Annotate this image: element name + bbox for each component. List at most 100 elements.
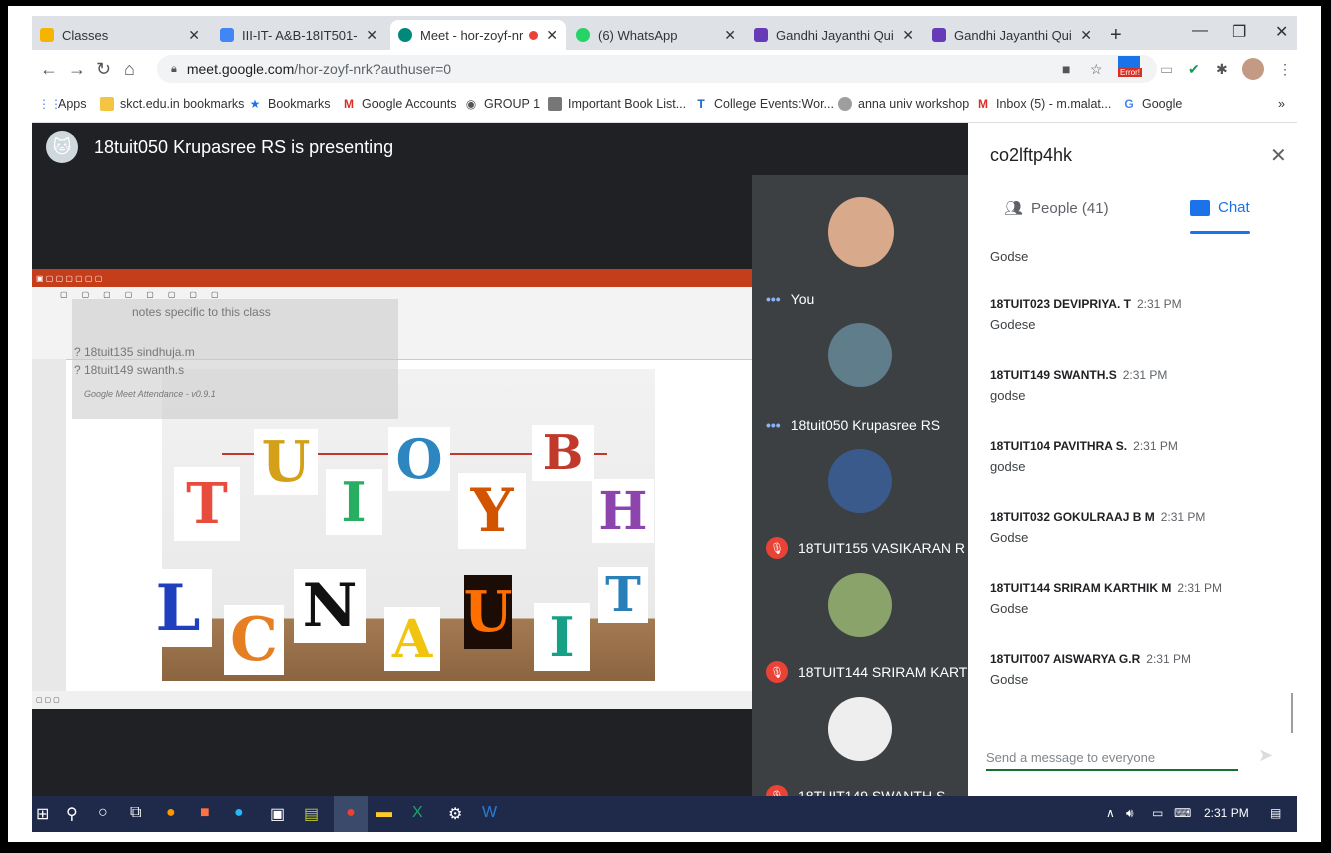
participant-tile[interactable]: 🎙︎ 18TUIT155 VASIKARAN R bbox=[752, 445, 968, 569]
close-tab-icon[interactable]: ✕ bbox=[546, 27, 558, 44]
excel-icon[interactable]: X bbox=[412, 804, 423, 822]
keyboard-icon[interactable]: ⌨ bbox=[1174, 806, 1191, 820]
more-options-icon[interactable]: ••• bbox=[766, 417, 781, 433]
bookmark-college-events[interactable]: T College Events:Wor... bbox=[694, 97, 834, 111]
slide-letter: L bbox=[144, 569, 212, 647]
taskbar-clock[interactable]: 2:31 PM bbox=[1204, 806, 1249, 820]
forward-icon[interactable]: → bbox=[68, 59, 86, 80]
volume-icon[interactable]: 🔊︎ bbox=[1126, 806, 1134, 821]
windows-start-icon[interactable]: ⊞ bbox=[36, 804, 49, 824]
presenter-avatar: 🐱︎ bbox=[46, 131, 78, 163]
bookmark-group1[interactable]: ◉ GROUP 1 bbox=[464, 97, 540, 111]
mic-off-icon: 🎙︎ bbox=[766, 661, 788, 683]
chat-scrollbar[interactable] bbox=[1291, 693, 1293, 733]
tab-meet[interactable]: Meet - hor-zoyf-nrk ✕ bbox=[390, 20, 566, 50]
media-icon[interactable]: ■ bbox=[200, 804, 210, 822]
cortana-icon[interactable]: ○ bbox=[98, 804, 108, 822]
avatar[interactable] bbox=[1242, 58, 1264, 80]
close-tab-icon[interactable]: ✕ bbox=[188, 27, 200, 44]
task-view-icon[interactable]: ⧉ bbox=[130, 804, 141, 822]
slide-letter: O bbox=[388, 427, 450, 491]
chat-message: 18TUIT149 SWANTH.S 2:31 PM godse bbox=[990, 368, 1168, 403]
send-icon[interactable]: ➤ bbox=[1258, 745, 1273, 766]
bookmark-google[interactable]: G Google bbox=[1122, 97, 1182, 111]
settings-icon[interactable]: ⚙ bbox=[448, 804, 462, 824]
edge-icon[interactable]: ● bbox=[234, 804, 244, 822]
screenshot-frame: Classes ✕ III-IT- A&B-18IT501-Od ✕ Meet … bbox=[8, 6, 1321, 842]
reload-icon[interactable]: ↻ bbox=[96, 59, 111, 80]
chrome-icon[interactable]: ● bbox=[334, 796, 368, 832]
apps-grid-icon: ⋮⋮ bbox=[38, 97, 62, 111]
restore-icon[interactable]: ❐ bbox=[1232, 22, 1246, 42]
participant-avatar bbox=[828, 449, 892, 513]
attendance-extension-icon[interactable]: Error! bbox=[1118, 56, 1142, 77]
puzzle-icon[interactable]: ✱ bbox=[1216, 61, 1228, 78]
participant-tile[interactable]: ••• You bbox=[752, 193, 968, 317]
close-tab-icon[interactable]: ✕ bbox=[902, 27, 914, 44]
store-icon[interactable]: ▣ bbox=[270, 804, 285, 824]
notifications-icon[interactable]: ▤ bbox=[1270, 806, 1281, 820]
meet-icon bbox=[398, 28, 412, 42]
bookmark-inbox[interactable]: M Inbox (5) - m.malat... bbox=[976, 97, 1111, 111]
firefox-icon[interactable]: ● bbox=[166, 804, 176, 822]
tab-people[interactable]: 👥︎ People (41) bbox=[1004, 199, 1109, 218]
bookmark-apps[interactable]: ⋮⋮ Apps bbox=[38, 97, 87, 111]
recording-icon bbox=[529, 30, 539, 40]
home-icon[interactable]: ⌂ bbox=[124, 59, 135, 80]
slide-letter: T bbox=[174, 467, 240, 541]
trello-icon: T bbox=[697, 97, 705, 111]
meet-stage: 🐱︎ 18tuit050 Krupasree RS is presenting … bbox=[32, 123, 993, 807]
bookmark-google-accounts[interactable]: M Google Accounts bbox=[342, 97, 457, 111]
file-explorer-icon[interactable]: ▬ bbox=[376, 804, 392, 822]
participant-avatar bbox=[828, 697, 892, 761]
minimize-icon[interactable]: — bbox=[1192, 22, 1208, 40]
search-icon[interactable]: ⚲ bbox=[66, 804, 78, 824]
network-icon[interactable]: ▭ bbox=[1152, 806, 1163, 820]
bookmark-bookmarks[interactable]: ★ Bookmarks bbox=[248, 97, 331, 111]
slide-thumbnails bbox=[32, 359, 66, 691]
google-icon: G bbox=[1124, 97, 1134, 111]
close-tab-icon[interactable]: ✕ bbox=[1080, 27, 1092, 44]
address-bar[interactable]: 🔒︎ meet.google.com/hor-zoyf-nrk?authuser… bbox=[157, 55, 1157, 83]
gmail-icon: M bbox=[344, 97, 354, 111]
close-panel-icon[interactable]: ✕ bbox=[1270, 143, 1287, 168]
check-extension-icon[interactable]: ✔ bbox=[1188, 61, 1200, 78]
participant-tile[interactable]: 🎙︎ 18TUIT144 SRIRAM KARTHI... bbox=[752, 569, 993, 693]
slide-letter: Y bbox=[458, 473, 526, 549]
chat-input[interactable]: Send a message to everyone bbox=[986, 741, 1238, 771]
slide-letter: A bbox=[384, 607, 440, 671]
tab-classes[interactable]: Classes ✕ bbox=[32, 20, 208, 50]
tab-whatsapp[interactable]: (6) WhatsApp ✕ bbox=[568, 20, 744, 50]
menu-icon[interactable]: ⋮ bbox=[1278, 61, 1292, 78]
bookmark-star-icon[interactable]: ☆ bbox=[1090, 61, 1103, 78]
new-tab-icon[interactable]: + bbox=[1110, 24, 1122, 47]
tab-course[interactable]: III-IT- A&B-18IT501-Od ✕ bbox=[212, 20, 386, 50]
meeting-code: co2lftp4hk bbox=[990, 145, 1073, 165]
close-tab-icon[interactable]: ✕ bbox=[724, 27, 736, 44]
tab-chat[interactable]: Chat bbox=[1190, 199, 1250, 216]
extension-icon[interactable]: ▭ bbox=[1160, 61, 1173, 78]
sheet-icon bbox=[548, 97, 562, 111]
bookmark-book-list[interactable]: Important Book List... bbox=[548, 97, 686, 111]
participant-tile[interactable]: ••• 18tuit050 Krupasree RS bbox=[752, 319, 968, 443]
close-window-icon[interactable]: ✕ bbox=[1275, 22, 1288, 42]
back-icon[interactable]: ← bbox=[40, 59, 58, 80]
people-icon: 👥︎ bbox=[1004, 200, 1024, 217]
bookmark-skct[interactable]: skct.edu.in bookmarks bbox=[100, 97, 244, 111]
more-options-icon[interactable]: ••• bbox=[766, 291, 781, 307]
bookmarks-overflow-icon[interactable]: » bbox=[1278, 97, 1285, 111]
tab-quiz-2[interactable]: Gandhi Jayanthi Quiz ✕ bbox=[924, 20, 1100, 50]
powerpoint-statusbar: ▢ ▢ ▢ bbox=[32, 691, 752, 709]
tab-quiz-1[interactable]: Gandhi Jayanthi Quiz ✕ bbox=[746, 20, 922, 50]
camera-icon[interactable]: ■ bbox=[1062, 61, 1070, 77]
folder-icon bbox=[100, 97, 114, 111]
close-tab-icon[interactable]: ✕ bbox=[366, 27, 378, 44]
active-tab-indicator bbox=[1190, 231, 1250, 234]
windows-taskbar: ⊞ ⚲ ○ ⧉ ● ■ ● ▣ ▤ ● ▬ X ⚙ W ∧ 🔊︎ ▭ ⌨ 2:3… bbox=[32, 796, 1297, 832]
shared-screen[interactable]: ▣ ▢ ▢ ▢ ▢ ▢ ▢ ▢ ▢ ▢ ▢ ▢ ▢ ▢ ▢ T U I O Y B H L C… bbox=[32, 269, 752, 709]
word-icon[interactable]: W bbox=[482, 804, 497, 822]
whatsapp-icon bbox=[576, 28, 590, 42]
tray-chevron-icon[interactable]: ∧ bbox=[1106, 806, 1115, 820]
notepad-icon[interactable]: ▤ bbox=[304, 804, 319, 824]
bookmark-anna-univ[interactable]: anna univ workshop bbox=[838, 97, 969, 111]
